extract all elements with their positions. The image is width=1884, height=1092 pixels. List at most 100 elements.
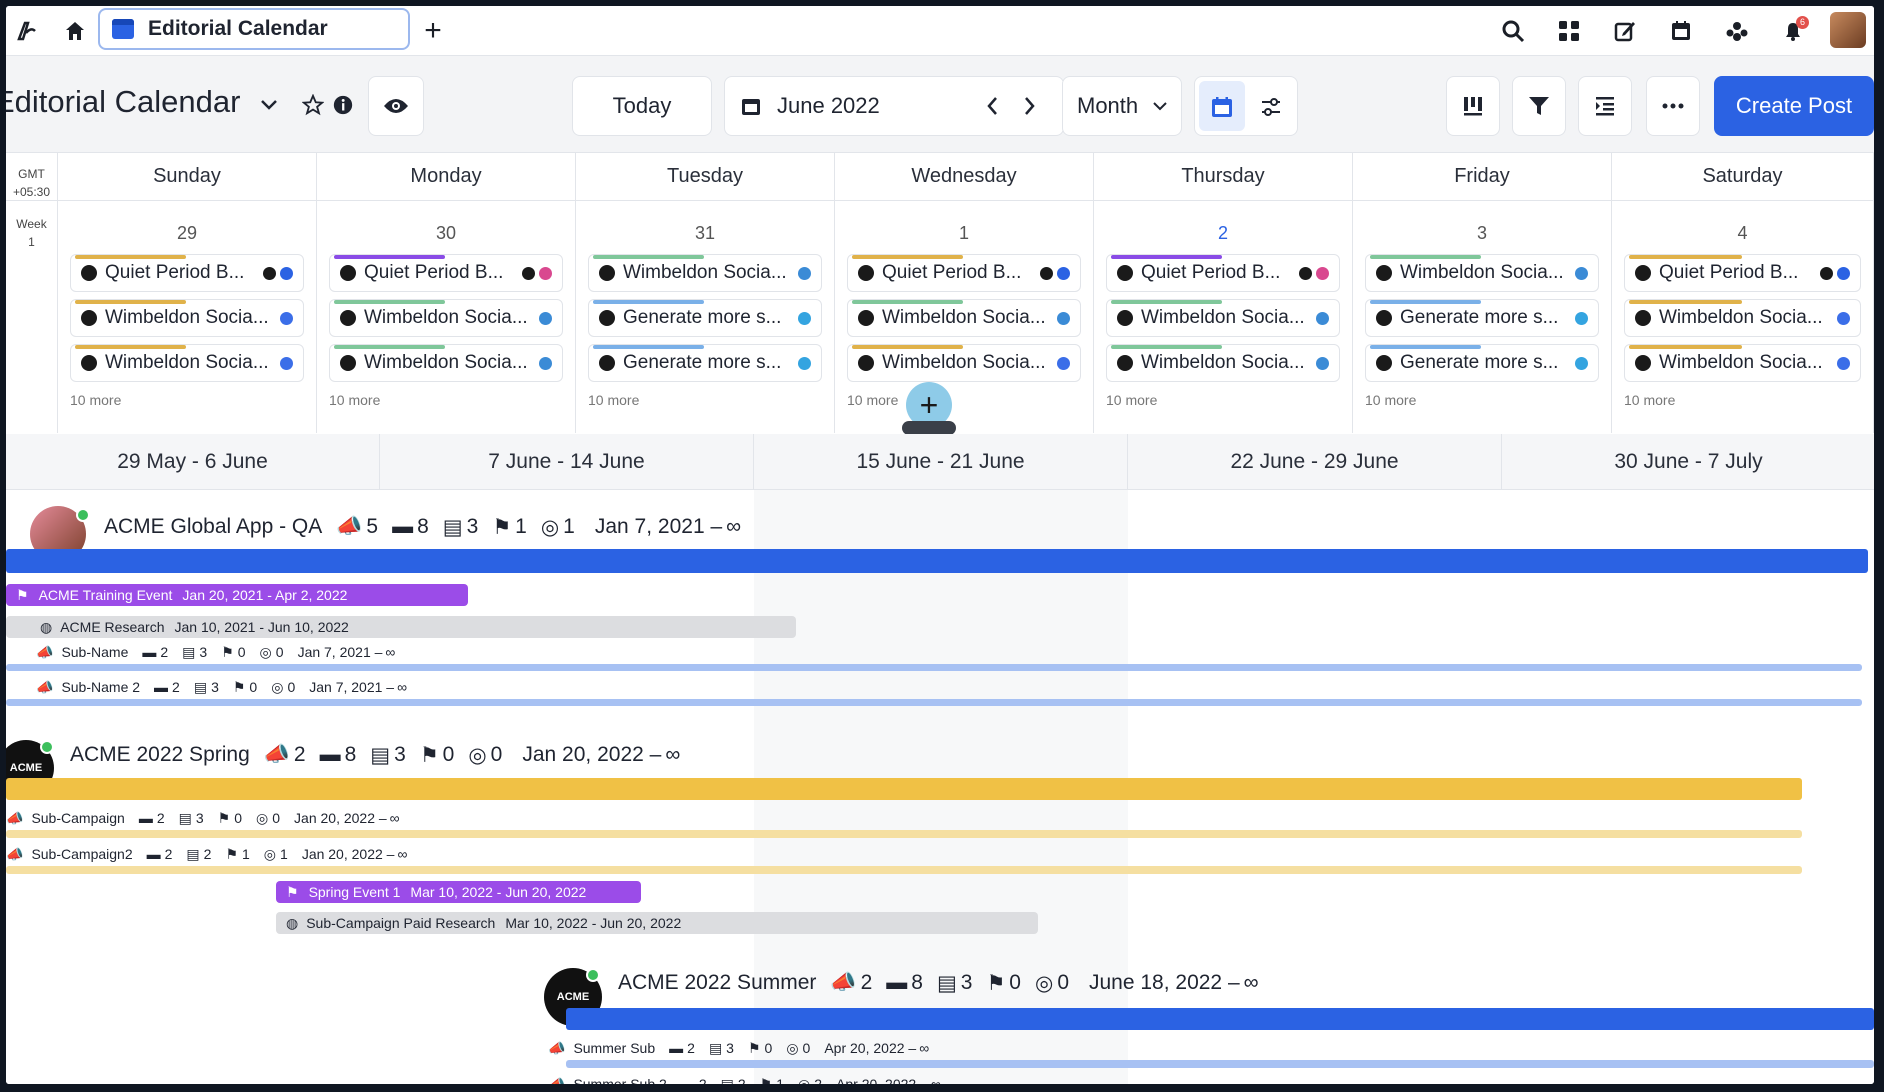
home-icon[interactable]	[58, 14, 92, 48]
post-chip[interactable]: Wimbeldon Socia...	[70, 344, 304, 382]
compose-icon[interactable]	[1608, 14, 1642, 48]
day-header: Sunday	[58, 153, 317, 201]
view-select[interactable]: Month	[1062, 76, 1182, 136]
more-posts-link[interactable]: 10 more	[588, 392, 834, 408]
community-icon[interactable]	[1720, 14, 1754, 48]
campaign-row[interactable]: ACME Global App - QA 📣 5 ▬ 8 ▤ 3 ⚑ 1 ◎ 1 Jan …	[104, 512, 741, 542]
columns-button[interactable]	[1446, 76, 1500, 136]
today-button[interactable]: Today	[572, 76, 712, 136]
create-post-button[interactable]: Create Post	[1714, 76, 1874, 136]
post-chip[interactable]: Quiet Period B...	[1106, 254, 1340, 292]
megaphone-icon: 📣	[263, 743, 290, 766]
megaphone-icon: 📣	[548, 1039, 566, 1056]
more-options-button[interactable]	[1646, 76, 1700, 136]
search-icon[interactable]	[1496, 14, 1530, 48]
more-posts-link[interactable]: 10 more	[1106, 392, 1352, 408]
post-chip[interactable]: Wimbeldon Socia...	[1106, 299, 1340, 337]
sub-campaign-bar[interactable]	[6, 664, 1862, 671]
sub-campaign-row[interactable]: 📣 Sub-Name 2 ▬ 2 ▤ 3 ⚑ 0 ◎ 0 Jan 7, 2021 – ∞	[36, 677, 407, 697]
count: 8	[417, 515, 429, 538]
bell-icon[interactable]: 6	[1776, 14, 1810, 48]
account-avatar-icon	[1117, 265, 1133, 281]
sub-campaign-bar[interactable]	[6, 699, 1862, 706]
flags-count: ⚑ 0	[420, 743, 455, 768]
day-cell[interactable]: 29 Quiet Period B... Wimbeldon Socia... Wim…	[58, 201, 317, 433]
prev-month-button[interactable]	[983, 95, 1003, 123]
research-bar[interactable]: ◍ ACME Research Jan 10, 2021 - Jun 10, 2…	[6, 616, 796, 638]
comments-count: ▬ 2	[681, 1076, 707, 1084]
next-month-button[interactable]	[1019, 95, 1039, 123]
timezone-line1: GMT	[18, 167, 45, 181]
post-chip[interactable]: Generate more s...	[1365, 344, 1599, 382]
event-bar[interactable]: ⚑ ACME Training Event Jan 20, 2021 - Apr…	[6, 584, 468, 606]
campaign-bar[interactable]	[6, 549, 1868, 573]
sub-campaign-bar[interactable]	[6, 866, 1802, 874]
more-posts-link[interactable]: 10 more	[1624, 392, 1873, 408]
post-chip[interactable]: Quiet Period B...	[847, 254, 1081, 292]
post-chip[interactable]: Wimbeldon Socia...	[847, 299, 1081, 337]
campaign-row[interactable]: ACME 2022 Spring 📣 2 ▬ 8 ▤ 3 ⚑ 0 ◎ 0 Jan 20, …	[70, 740, 680, 770]
post-chip[interactable]: Wimbeldon Socia...	[1624, 299, 1861, 337]
count: 0	[237, 644, 246, 660]
account-avatar-icon	[81, 310, 97, 326]
post-chip[interactable]: Wimbeldon Socia...	[847, 344, 1081, 382]
preview-button[interactable]	[368, 76, 424, 136]
post-chip[interactable]: Wimbeldon Socia...	[1624, 344, 1861, 382]
chevron-down-icon[interactable]	[252, 88, 286, 122]
post-chip[interactable]: Quiet Period B...	[70, 254, 304, 292]
sub-campaign-row[interactable]: 📣 Summer Sub ▬ 2 ▤ 3 ⚑ 0 ◎ 0 Apr 20, 2022 – …	[548, 1038, 929, 1058]
drag-handle[interactable]	[902, 421, 956, 435]
campaign-bar[interactable]	[566, 1008, 1874, 1030]
more-posts-link[interactable]: 10 more	[70, 392, 316, 408]
sub-campaign-bar[interactable]	[6, 830, 1802, 838]
new-tab-button[interactable]: +	[416, 14, 450, 48]
post-chip[interactable]: Generate more s...	[1365, 299, 1599, 337]
day-cell[interactable]: 30 Quiet Period B... Wimbeldon Socia... Wim…	[317, 201, 576, 433]
post-chip[interactable]: Generate more s...	[588, 344, 822, 382]
day-cell[interactable]: 2 Quiet Period B... Wimbeldon Socia... Wimb…	[1094, 201, 1353, 433]
docs-count: ▤ 3	[194, 679, 219, 696]
campaign-row[interactable]: ACME 2022 Summer 📣 2 ▬ 8 ▤ 3 ⚑ 0 ◎ 0 June 18,…	[618, 968, 1259, 998]
day-cell[interactable]: 1 Quiet Period B... Wimbeldon Socia... Wimb…	[835, 201, 1094, 433]
app-logo-icon[interactable]	[10, 14, 44, 48]
campaign-bar[interactable]	[6, 778, 1802, 800]
sub-campaign-row[interactable]: 📣 Summer Sub 2 ▬ 2 ▤ 2 ⚑ 1 ◎ 2 Apr 20, 2022 …	[548, 1074, 941, 1085]
user-avatar[interactable]	[1830, 12, 1866, 48]
sub-campaign-row[interactable]: 📣 Sub-Campaign ▬ 2 ▤ 3 ⚑ 0 ◎ 0 Jan 20, 2022 …	[6, 808, 400, 828]
post-chip[interactable]: Quiet Period B...	[1624, 254, 1861, 292]
post-chip[interactable]: Wimbeldon Socia...	[329, 299, 563, 337]
calendar-view-icon[interactable]	[1210, 95, 1234, 119]
outline-button[interactable]	[1578, 76, 1632, 136]
star-icon[interactable]	[296, 88, 330, 122]
post-chip[interactable]: Wimbeldon Socia...	[1365, 254, 1599, 292]
post-chip[interactable]: Wimbeldon Socia...	[588, 254, 822, 292]
calendar-icon[interactable]	[1664, 14, 1698, 48]
post-chip[interactable]: Quiet Period B...	[329, 254, 563, 292]
apps-grid-icon[interactable]	[1552, 14, 1586, 48]
research-bar[interactable]: ◍ Sub-Campaign Paid Research Mar 10, 202…	[276, 912, 1038, 934]
post-chip[interactable]: Wimbeldon Socia...	[329, 344, 563, 382]
day-cell[interactable]: 3 Wimbeldon Socia... Generate more s... Gen…	[1353, 201, 1612, 433]
more-posts-link[interactable]: 10 more	[329, 392, 575, 408]
post-chip[interactable]: Wimbeldon Socia...	[70, 299, 304, 337]
day-cell[interactable]: 31 Wimbeldon Socia... Generate more s... Ge…	[576, 201, 835, 433]
post-title: Wimbeldon Socia...	[105, 307, 269, 328]
post-chip[interactable]: Generate more s...	[588, 299, 822, 337]
settings-sliders-icon[interactable]	[1259, 95, 1283, 119]
filter-button[interactable]	[1512, 76, 1566, 136]
sub-campaign-row[interactable]: 📣 Sub-Campaign2 ▬ 2 ▤ 2 ⚑ 1 ◎ 1 Jan 20, 2022…	[6, 844, 407, 864]
tab-editorial-calendar[interactable]: Editorial Calendar	[98, 8, 410, 50]
info-icon[interactable]	[326, 88, 360, 122]
targets-count: ◎ 2	[798, 1076, 822, 1085]
count: 3	[726, 1040, 734, 1056]
sub-campaign-row[interactable]: 📣 Sub-Name ▬ 2 ▤ 3 ⚑ 0 ◎ 0 Jan 7, 2021 – ∞	[36, 642, 395, 662]
post-chip[interactable]: Wimbeldon Socia...	[1106, 344, 1340, 382]
sub-campaign-bar[interactable]	[566, 1060, 1874, 1068]
more-posts-link[interactable]: 10 more	[847, 392, 1093, 408]
comment-icon: ▬	[146, 846, 161, 862]
date-picker[interactable]: June 2022	[724, 76, 1064, 136]
more-posts-link[interactable]: 10 more	[1365, 392, 1611, 408]
research-dates: Jan 10, 2021 - Jun 10, 2022	[174, 619, 349, 635]
day-cell[interactable]: 4 Quiet Period B... Wimbeldon Socia... Wimb…	[1612, 201, 1874, 433]
event-bar[interactable]: ⚑ Spring Event 1 Mar 10, 2022 - Jun 20, …	[276, 881, 641, 903]
